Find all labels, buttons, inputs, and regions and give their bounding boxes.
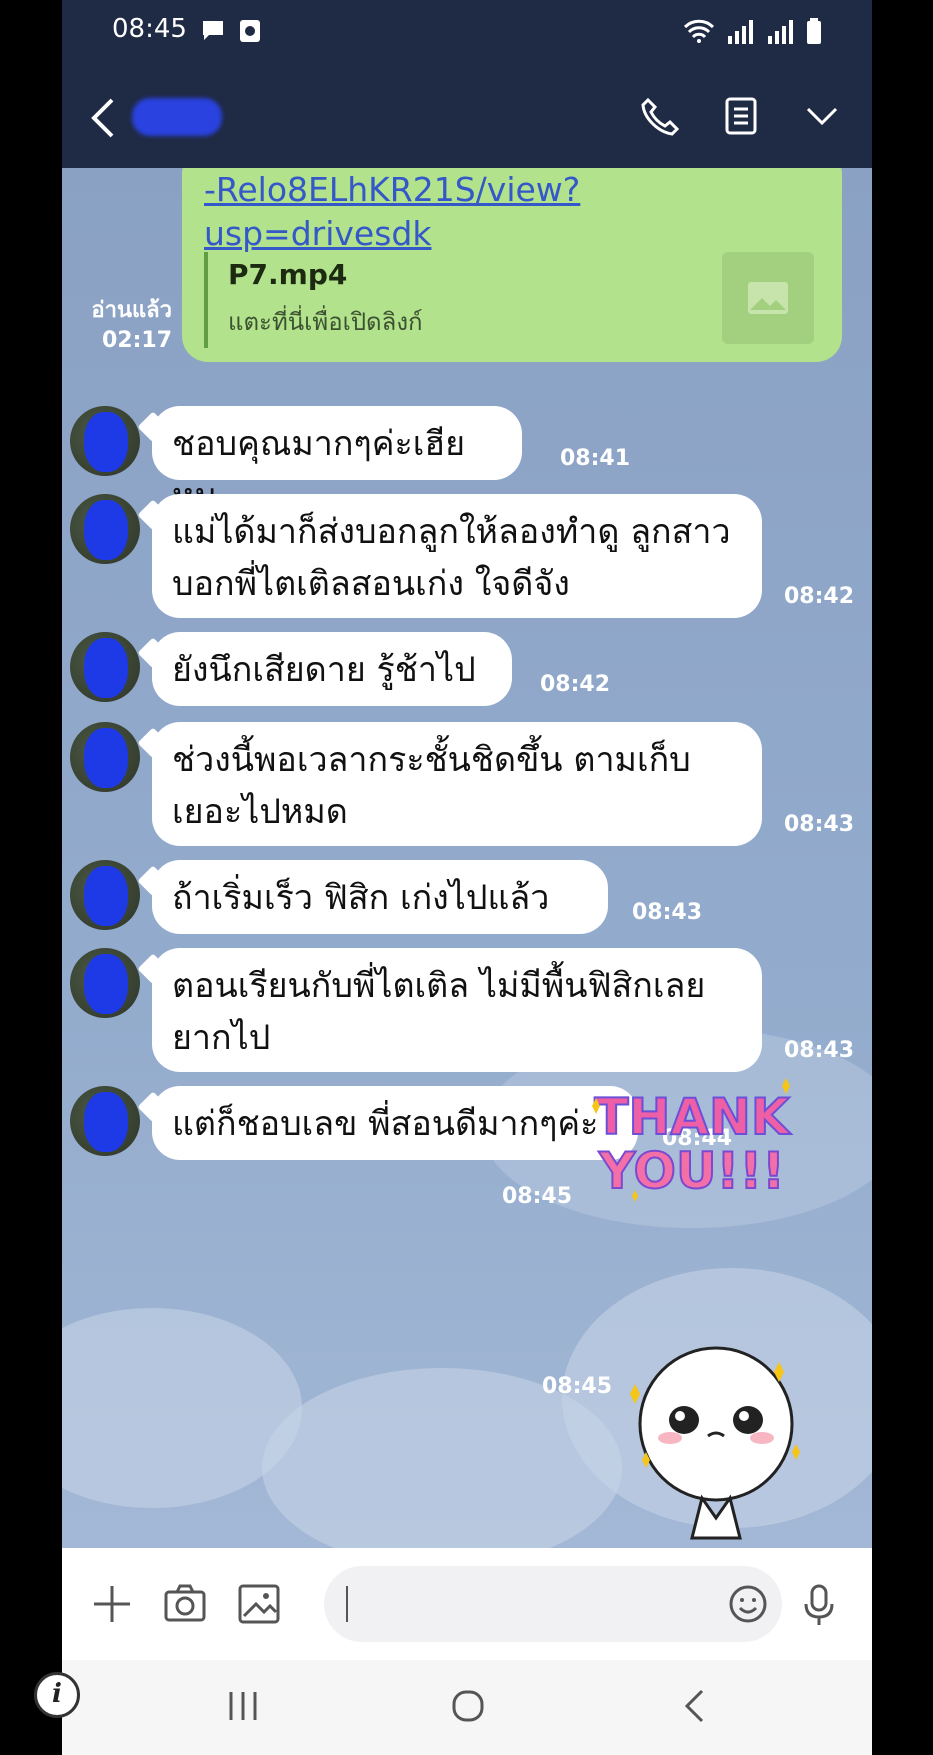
- message-bubble[interactable]: ชอบคุณมากๆค่ะเฮียหมู: [152, 406, 522, 516]
- avatar[interactable]: [70, 1086, 140, 1156]
- contact-name-redacted[interactable]: [132, 98, 222, 136]
- chat-header: [62, 66, 872, 168]
- drive-link[interactable]: -Relo8ELhKR21S/view?usp=drivesdk: [204, 168, 724, 256]
- photo-notification-icon: [240, 20, 260, 42]
- read-status: อ่านแล้ว: [91, 298, 172, 323]
- message-input[interactable]: [324, 1566, 782, 1642]
- message-time: 08:41: [560, 446, 631, 471]
- message-time: 08:43: [784, 1038, 855, 1063]
- link-message-time: 02:17: [101, 328, 172, 353]
- sticker-time: 08:45: [502, 1184, 573, 1209]
- signal-icon-2: [768, 20, 793, 44]
- message-time: 08:42: [540, 672, 611, 697]
- message-bubble[interactable]: ยังนึกเสียดาย รู้ช้าไป: [152, 632, 512, 706]
- status-time: 08:45: [112, 14, 187, 44]
- message-bubble[interactable]: ช่วงนี้พอเวลากระชั้นชิดขึ้น ตามเก็บเยอะไ…: [152, 722, 762, 846]
- message-notification-icon: [203, 21, 223, 40]
- battery-icon: [807, 18, 821, 44]
- crying-face-sticker[interactable]: [622, 1342, 802, 1540]
- message-time: 08:43: [784, 812, 855, 837]
- message-time: 08:43: [632, 900, 703, 925]
- preview-thumbnail: [722, 252, 814, 344]
- phone-screen: 08:45 อ่านแล้ว 02:17 -Relo8ELhKR21S/view…: [62, 0, 872, 1755]
- thank-you-sticker[interactable]: THANK YOU!!!: [582, 1076, 802, 1206]
- message-bubble[interactable]: แม่ได้มาก็ส่งบอกลูกให้ลองทำดู ลูกสาวบอกพ…: [152, 494, 762, 618]
- system-nav-bar: [62, 1660, 872, 1755]
- back-arrow-icon[interactable]: [88, 96, 118, 140]
- message-time: 08:42: [784, 584, 855, 609]
- avatar[interactable]: [70, 406, 140, 476]
- message-bubble[interactable]: ตอนเรียนกับพี่ไตเติล ไม่มีพื้นฟิสิกเลยยา…: [152, 948, 762, 1072]
- link-preview[interactable]: P7.mp4 แตะที่นี่เพื่อเปิดลิงก์: [204, 252, 814, 348]
- message-bubble[interactable]: ถ้าเริ่มเร็ว ฟิสิก เก่งไปแล้ว: [152, 860, 608, 934]
- home-icon[interactable]: [450, 1688, 486, 1724]
- back-nav-icon[interactable]: [682, 1688, 706, 1724]
- sticker-text-line1: THANK: [594, 1088, 791, 1146]
- avatar[interactable]: [70, 632, 140, 702]
- emoji-icon[interactable]: [728, 1584, 768, 1624]
- chat-area[interactable]: อ่านแล้ว 02:17 -Relo8ELhKR21S/view?usp=d…: [62, 168, 872, 1548]
- recent-apps-icon[interactable]: [226, 1688, 260, 1724]
- gallery-icon[interactable]: [238, 1584, 280, 1624]
- plus-icon[interactable]: [92, 1584, 132, 1624]
- message-input-bar: [62, 1548, 872, 1660]
- sticker-text-line2: YOU!!!: [598, 1142, 785, 1200]
- message-bubble[interactable]: แต่ก็ชอบเลข พี่สอนดีมากๆค่ะ: [152, 1086, 638, 1160]
- read-receipt: อ่านแล้ว 02:17: [82, 296, 172, 356]
- image-placeholder-icon: [748, 282, 788, 314]
- avatar[interactable]: [70, 494, 140, 564]
- link-message-bubble[interactable]: -Relo8ELhKR21S/view?usp=drivesdk P7.mp4 …: [182, 168, 842, 362]
- avatar[interactable]: [70, 722, 140, 792]
- open-link-hint: แตะที่นี่เพื่อเปิดลิงก์: [228, 308, 423, 336]
- text-cursor: [346, 1586, 348, 1622]
- sticker-time: 08:45: [542, 1374, 613, 1399]
- chevron-down-icon[interactable]: [802, 96, 842, 136]
- phone-call-icon[interactable]: [640, 96, 680, 136]
- wifi-icon: [683, 19, 715, 43]
- signal-icon-1: [728, 20, 753, 44]
- file-name: P7.mp4: [228, 258, 348, 291]
- camera-icon[interactable]: [164, 1584, 206, 1624]
- notes-icon[interactable]: [724, 96, 758, 136]
- microphone-icon[interactable]: [802, 1584, 836, 1626]
- avatar[interactable]: [70, 948, 140, 1018]
- avatar[interactable]: [70, 860, 140, 930]
- status-bar: 08:45: [62, 0, 872, 66]
- info-icon[interactable]: i: [34, 1672, 80, 1718]
